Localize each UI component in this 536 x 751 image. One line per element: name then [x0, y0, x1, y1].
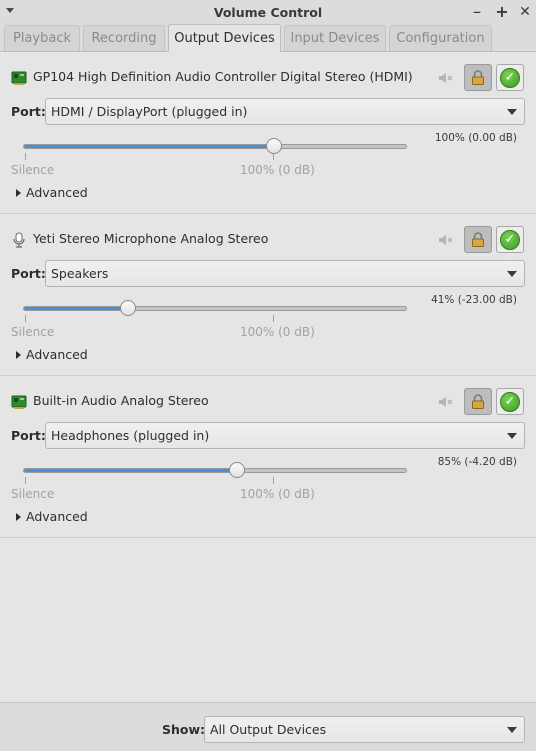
close-button[interactable]: ✕ [516, 3, 534, 21]
footer-bar: Show: All Output Devices [0, 702, 536, 751]
advanced-expander[interactable]: Advanced [16, 347, 88, 362]
audio-card-icon [11, 395, 27, 409]
silence-label: Silence [11, 325, 55, 339]
port-select[interactable]: Speakers [45, 260, 525, 287]
audio-card-icon [11, 71, 27, 85]
show-filter-select[interactable]: All Output Devices [204, 716, 525, 743]
output-devices-panel: GP104 High Definition Audio Controller D… [0, 52, 536, 702]
lock-channels-button[interactable] [464, 64, 492, 91]
lock-channels-button[interactable] [464, 388, 492, 415]
chevron-down-icon [507, 109, 517, 115]
microphone-icon [13, 232, 25, 248]
zero-db-tick [273, 477, 274, 484]
lock-icon [472, 394, 484, 409]
mute-icon[interactable] [437, 71, 453, 85]
tab-input-devices[interactable]: Input Devices [284, 25, 386, 51]
lock-icon [472, 70, 484, 85]
tab-recording[interactable]: Recording [83, 25, 165, 51]
volume-slider-fill [24, 469, 237, 472]
volume-slider[interactable] [23, 300, 407, 316]
port-label: Port: [11, 266, 46, 281]
lock-icon [472, 232, 484, 247]
silence-tick [25, 477, 26, 484]
volume-slider[interactable] [23, 462, 407, 478]
zero-db-tick [273, 315, 274, 322]
zero-db-label: 100% (0 dB) [240, 487, 315, 501]
device-name: GP104 High Definition Audio Controller D… [33, 69, 413, 84]
volume-slider-handle[interactable] [119, 300, 136, 316]
port-select[interactable]: HDMI / DisplayPort (plugged in) [45, 98, 525, 125]
port-value: Speakers [51, 266, 109, 281]
volume-readout: 41% (-23.00 dB) [431, 294, 517, 306]
minimize-button[interactable]: – [468, 3, 486, 21]
chevron-down-icon [507, 271, 517, 277]
mute-icon[interactable] [437, 233, 453, 247]
zero-db-label: 100% (0 dB) [240, 325, 315, 339]
check-icon: ✓ [500, 391, 520, 412]
set-default-button[interactable]: ✓ [496, 388, 524, 415]
advanced-expander[interactable]: Advanced [16, 185, 88, 200]
title-bar: Volume Control – + ✕ [0, 0, 536, 24]
show-label: Show: [162, 722, 206, 737]
advanced-label: Advanced [26, 185, 88, 200]
device-yeti: Yeti Stereo Microphone Analog Stereo ✓ P… [0, 214, 536, 376]
volume-slider-fill [24, 145, 274, 148]
lock-channels-button[interactable] [464, 226, 492, 253]
set-default-button[interactable]: ✓ [496, 226, 524, 253]
advanced-label: Advanced [26, 509, 88, 524]
port-label: Port: [11, 428, 46, 443]
chevron-down-icon [507, 433, 517, 439]
port-value: Headphones (plugged in) [51, 428, 210, 443]
volume-readout: 85% (-4.20 dB) [437, 456, 517, 468]
silence-label: Silence [11, 487, 55, 501]
device-name: Built-in Audio Analog Stereo [33, 393, 209, 408]
volume-slider-fill [24, 307, 128, 310]
window-menu-icon[interactable] [6, 8, 14, 13]
tab-playback[interactable]: Playback [4, 25, 80, 51]
volume-readout: 100% (0.00 dB) [434, 132, 517, 144]
chevron-down-icon [507, 727, 517, 733]
window-title: Volume Control [213, 4, 323, 20]
device-builtin: Built-in Audio Analog Stereo ✓ Port: Hea… [0, 376, 536, 538]
set-default-button[interactable]: ✓ [496, 64, 524, 91]
port-label: Port: [11, 104, 46, 119]
advanced-label: Advanced [26, 347, 88, 362]
device-name: Yeti Stereo Microphone Analog Stereo [33, 231, 269, 246]
port-select[interactable]: Headphones (plugged in) [45, 422, 525, 449]
expander-arrow-icon [16, 512, 21, 521]
check-icon: ✓ [500, 67, 520, 88]
mute-icon[interactable] [437, 395, 453, 409]
show-filter-value: All Output Devices [210, 722, 327, 737]
port-value: HDMI / DisplayPort (plugged in) [51, 104, 248, 119]
volume-slider[interactable] [23, 138, 407, 154]
device-hdmi: GP104 High Definition Audio Controller D… [0, 52, 536, 214]
expander-arrow-icon [16, 188, 21, 197]
tab-configuration[interactable]: Configuration [389, 25, 492, 51]
advanced-expander[interactable]: Advanced [16, 509, 88, 524]
volume-slider-handle[interactable] [266, 138, 282, 154]
maximize-button[interactable]: + [493, 3, 511, 21]
zero-db-tick [273, 153, 274, 160]
tab-output-devices[interactable]: Output Devices [168, 24, 281, 52]
silence-tick [25, 153, 26, 160]
tab-bar: Playback Recording Output Devices Input … [0, 24, 536, 52]
silence-tick [25, 315, 26, 322]
volume-slider-handle[interactable] [228, 462, 245, 478]
silence-label: Silence [11, 163, 55, 177]
check-icon: ✓ [500, 229, 520, 250]
zero-db-label: 100% (0 dB) [240, 163, 315, 177]
expander-arrow-icon [16, 350, 21, 359]
